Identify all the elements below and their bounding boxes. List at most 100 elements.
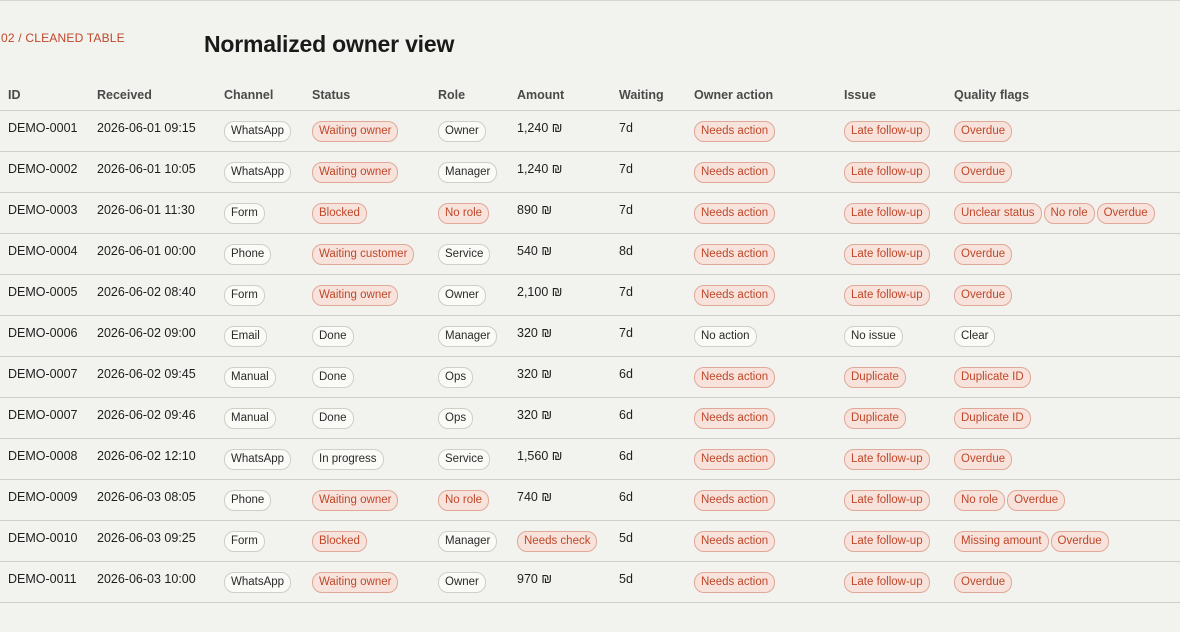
channel-badge: Form <box>224 531 265 552</box>
waiting-value: 5d <box>619 531 633 545</box>
col-header-amount[interactable]: Amount <box>509 80 611 111</box>
waiting-value: 6d <box>619 367 633 381</box>
received-timestamp: 2026-06-02 09:46 <box>97 408 196 422</box>
quality-flag-badge: Overdue <box>954 162 1013 183</box>
table-row[interactable]: DEMO-0008 2026-06-02 12:10 WhatsApp In prog… <box>0 438 1180 480</box>
issue-badge: No issue <box>844 326 903 347</box>
channel-badge: Form <box>224 203 265 224</box>
role-badge: Ops <box>438 367 474 388</box>
row-id: DEMO-0001 <box>8 121 78 135</box>
quality-flag-badge: Overdue <box>1007 490 1066 511</box>
role-badge: Owner <box>438 572 486 593</box>
table-row[interactable]: DEMO-0004 2026-06-01 00:00 Phone Waiting cu… <box>0 233 1180 275</box>
table-row[interactable]: DEMO-0002 2026-06-01 10:05 WhatsApp Waiting… <box>0 151 1180 193</box>
quality-flag-badge: Clear <box>954 326 996 347</box>
channel-badge: WhatsApp <box>224 572 292 593</box>
table-row[interactable]: DEMO-0006 2026-06-02 09:00 Email Done Manage… <box>0 315 1180 357</box>
table-row[interactable]: DEMO-0007 2026-06-02 09:45 Manual Done Ops 32… <box>0 356 1180 398</box>
received-timestamp: 2026-06-03 08:05 <box>97 490 196 504</box>
quality-flag-badge: No role <box>954 490 1006 511</box>
channel-badge: WhatsApp <box>224 162 292 183</box>
role-badge: Manager <box>438 531 498 552</box>
table-row[interactable]: DEMO-0007 2026-06-02 09:46 Manual Done Ops 32… <box>0 397 1180 439</box>
issue-badge: Late follow-up <box>844 490 930 511</box>
role-badge: Owner <box>438 285 486 306</box>
owner-action-badge: Needs action <box>694 449 776 470</box>
quality-flag-badge: Duplicate ID <box>954 367 1031 388</box>
quality-flag-badge: Overdue <box>954 244 1013 265</box>
amount-value: 320 ₪ <box>517 367 552 381</box>
row-id: DEMO-0007 <box>8 408 78 422</box>
role-badge: Manager <box>438 326 498 347</box>
col-header-id[interactable]: ID <box>0 80 89 111</box>
channel-badge: Email <box>224 326 267 347</box>
role-badge: Service <box>438 449 491 470</box>
channel-badge: Phone <box>224 490 272 511</box>
waiting-value: 8d <box>619 244 633 258</box>
table-row[interactable]: DEMO-0011 2026-06-03 10:00 WhatsApp Waiting… <box>0 561 1180 603</box>
waiting-value: 5d <box>619 572 633 586</box>
top-divider <box>0 0 1180 1</box>
col-header-received[interactable]: Received <box>89 80 216 111</box>
issue-badge: Late follow-up <box>844 121 930 142</box>
issue-badge: Late follow-up <box>844 162 930 183</box>
amount-value: 740 ₪ <box>517 490 552 504</box>
row-id: DEMO-0010 <box>8 531 78 545</box>
table-row[interactable]: DEMO-0003 2026-06-01 11:30 Form Blocked No r… <box>0 192 1180 234</box>
amount-value: 1,240 ₪ <box>517 121 563 135</box>
channel-badge: WhatsApp <box>224 121 292 142</box>
row-id: DEMO-0005 <box>8 285 78 299</box>
table-row[interactable]: DEMO-0010 2026-06-03 09:25 Form Blocked Mana… <box>0 520 1180 562</box>
role-badge: No role <box>438 490 490 511</box>
row-id: DEMO-0006 <box>8 326 78 340</box>
issue-badge: Duplicate <box>844 408 906 429</box>
received-timestamp: 2026-06-03 10:00 <box>97 572 196 586</box>
col-header-channel[interactable]: Channel <box>216 80 304 111</box>
quality-flag-badge: Missing amount <box>954 531 1049 552</box>
status-badge: Done <box>312 408 354 429</box>
owner-action-badge: Needs action <box>694 490 776 511</box>
section-kicker: 02 / CLEANED TABLE <box>1 31 125 45</box>
table-row[interactable]: DEMO-0005 2026-06-02 08:40 Form Waiting own… <box>0 274 1180 316</box>
owner-table: ID Received Channel Status Role Amount W… <box>0 80 1180 603</box>
quality-flag-badge: No role <box>1043 203 1095 224</box>
row-id: DEMO-0007 <box>8 367 78 381</box>
role-badge: Manager <box>438 162 498 183</box>
table-body: DEMO-0001 2026-06-01 09:15 WhatsApp Waiting… <box>0 110 1180 603</box>
amount-value: 320 ₪ <box>517 408 552 422</box>
col-header-issue[interactable]: Issue <box>836 80 946 111</box>
status-badge: Waiting owner <box>312 490 399 511</box>
waiting-value: 7d <box>619 326 633 340</box>
waiting-value: 6d <box>619 490 633 504</box>
received-timestamp: 2026-06-03 09:25 <box>97 531 196 545</box>
received-timestamp: 2026-06-01 11:30 <box>97 203 195 217</box>
col-header-owner-action[interactable]: Owner action <box>686 80 836 111</box>
issue-badge: Late follow-up <box>844 572 930 593</box>
issue-badge: Late follow-up <box>844 285 930 306</box>
status-badge: Waiting owner <box>312 572 399 593</box>
owner-action-badge: Needs action <box>694 121 776 142</box>
owner-action-badge: Needs action <box>694 244 776 265</box>
waiting-value: 7d <box>619 162 633 176</box>
received-timestamp: 2026-06-01 09:15 <box>97 121 196 135</box>
table-row[interactable]: DEMO-0009 2026-06-03 08:05 Phone Waiting ow… <box>0 479 1180 521</box>
amount-value: 540 ₪ <box>517 244 552 258</box>
quality-flag-badge: Overdue <box>954 449 1013 470</box>
issue-badge: Late follow-up <box>844 244 930 265</box>
amount-value: 1,560 ₪ <box>517 449 563 463</box>
amount-value: 970 ₪ <box>517 572 552 586</box>
quality-flag-badge: Duplicate ID <box>954 408 1031 429</box>
row-id: DEMO-0009 <box>8 490 78 504</box>
col-header-waiting[interactable]: Waiting <box>611 80 686 111</box>
role-badge: Ops <box>438 408 474 429</box>
owner-action-badge: Needs action <box>694 203 776 224</box>
quality-flag-badge: Overdue <box>954 572 1013 593</box>
table-row[interactable]: DEMO-0001 2026-06-01 09:15 WhatsApp Waiting… <box>0 110 1180 152</box>
page-title: Normalized owner view <box>204 31 455 57</box>
role-badge: No role <box>438 203 490 224</box>
amount-value: 2,100 ₪ <box>517 285 563 299</box>
col-header-status[interactable]: Status <box>304 80 430 111</box>
col-header-role[interactable]: Role <box>430 80 509 111</box>
status-badge: Waiting owner <box>312 121 399 142</box>
col-header-quality-flags[interactable]: Quality flags <box>946 80 1180 111</box>
